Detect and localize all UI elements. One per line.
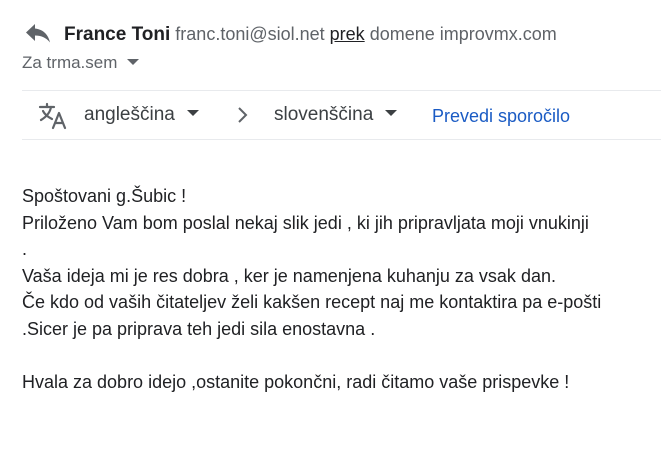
caret-down-icon [127,58,140,65]
translate-bar: angleščina slovenščina Prevedi sporočilo [22,90,661,140]
translate-icon [38,102,67,130]
target-language-label: slovenščina [274,104,374,125]
message-line: Priloženo Vam bom poslal nekaj slik jedi… [22,212,589,233]
sender-line: France Toni franc.toni@siol.net prek dom… [64,22,557,47]
caret-down-icon [385,109,398,116]
caret-down-icon [186,109,199,116]
message-header: France Toni franc.toni@siol.net prek dom… [0,0,661,90]
message-body: Spoštovani g.Šubic ! Priloženo Vam bom p… [22,183,652,395]
message-line: Hvala za dobro idejo ,ostanite pokončni,… [22,371,570,392]
message-line: Spoštovani g.Šubic ! [22,186,187,206]
reply-icon[interactable] [24,22,52,44]
sender-email: franc.toni@siol.net [175,24,325,44]
recipient-label: Za trma.sem [22,53,118,72]
source-language-select[interactable]: angleščina [84,103,199,127]
target-language-select[interactable]: slovenščina [274,103,398,127]
message-line: Če kdo od vaših čitateljev želi kakšen r… [22,292,602,312]
via-link[interactable]: prek [330,24,365,44]
chevron-right-icon [238,107,248,123]
source-language-label: angleščina [84,104,175,125]
message-line: .Sicer je pa priprava teh jedi sila enos… [22,318,376,339]
sender-name[interactable]: France Toni [64,24,170,45]
message-line: Vaša ideja mi je res dobra , ker je name… [22,265,556,286]
translate-message-link[interactable]: Prevedi sporočilo [432,104,570,128]
via-domain: domene improvmx.com [369,24,557,44]
message-blank-line [22,342,652,369]
message-line: . [22,239,28,259]
recipient-details-toggle[interactable]: Za trma.sem [22,52,140,74]
